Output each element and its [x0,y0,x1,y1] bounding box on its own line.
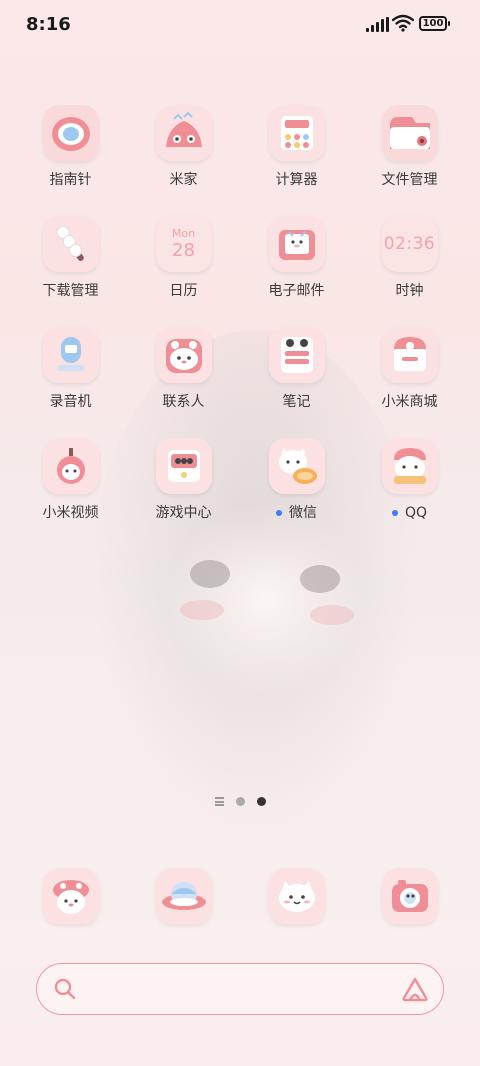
dock [14,868,466,924]
calendar-date: 28 [172,240,195,261]
app-label: 游戏中心 [155,505,212,521]
app-label: 联系人 [162,394,205,410]
app-download-manager[interactable]: 下载管理 [14,216,127,301]
battery-icon: 100 [419,16,450,31]
status-time: 8:16 [26,14,71,35]
app-label: 文件管理 [381,172,438,188]
search-bar[interactable] [36,963,444,1015]
app-calendar[interactable]: Mon 28 日历 [127,216,240,301]
app-mi-video[interactable]: 小米视频 [14,438,127,523]
calendar-icon: Mon 28 [155,216,212,272]
app-label: 小米商城 [381,394,438,410]
app-qq[interactable]: QQ [353,438,466,523]
new-notification-dot [276,510,282,516]
app-compass[interactable]: 指南针 [14,105,127,190]
search-icon[interactable] [53,977,77,1001]
app-label: QQ [404,505,428,521]
download-icon [42,216,99,272]
notes-icon [268,327,325,383]
dock-browser[interactable] [127,868,240,924]
app-mi-store[interactable]: 小米商城 [353,327,466,412]
clock-icon: 02:36 [381,216,438,272]
qq-icon [381,438,438,494]
page-dot-active[interactable] [256,797,266,806]
app-clock[interactable]: 02:36 时钟 [353,216,466,301]
calculator-icon [268,105,325,161]
wifi-icon [392,14,414,32]
app-label: 日历 [169,283,198,299]
mijia-icon [155,105,212,161]
app-calculator[interactable]: 计算器 [240,105,353,190]
app-notes[interactable]: 笔记 [240,327,353,412]
new-notification-dot [391,510,398,516]
file-manager-icon [381,105,438,161]
app-label: 指南针 [49,172,92,188]
phone-icon [42,868,99,924]
app-label: 时钟 [395,283,424,299]
app-game-center[interactable]: 游戏中心 [127,438,240,523]
ai-assistant-icon[interactable] [401,976,429,1002]
camera-icon [381,868,438,924]
cellular-signal-icon [366,17,389,32]
clock-time: 02:36 [383,234,436,254]
browser-icon [155,868,212,924]
page-dot[interactable] [235,797,245,806]
messages-icon [268,868,325,924]
app-label: 笔记 [282,394,311,410]
page-indicator[interactable] [0,797,480,806]
app-file-manager[interactable]: 文件管理 [353,105,466,190]
contacts-icon [155,327,212,383]
compass-icon [42,105,99,161]
game-center-icon [155,438,212,494]
app-grid: 指南针 米家 计算器 文件管理 下载管理 Mon 28 日历 电子邮件 02:3… [14,105,466,523]
app-contacts[interactable]: 联系人 [127,327,240,412]
search-input[interactable] [89,974,383,1006]
app-label: 录音机 [49,394,92,410]
email-icon [268,216,325,272]
app-label: 计算器 [275,172,318,188]
app-wechat[interactable]: 微信 [240,438,353,523]
app-recorder[interactable]: 录音机 [14,327,127,412]
app-drawer-lines-icon[interactable] [214,797,224,806]
mi-store-icon [381,327,438,383]
wechat-icon [268,438,325,494]
dock-phone[interactable] [14,868,127,924]
app-mijia[interactable]: 米家 [127,105,240,190]
dock-messages[interactable] [240,868,353,924]
status-bar: 8:16 100 [0,0,480,50]
app-label: 电子邮件 [268,283,325,299]
dock-camera[interactable] [353,868,466,924]
mi-video-icon [42,438,99,494]
calendar-day: Mon [171,227,196,240]
app-label: 下载管理 [42,283,99,299]
app-label: 米家 [169,172,198,188]
app-label: 微信 [289,505,317,521]
app-label: 小米视频 [42,505,99,521]
app-email[interactable]: 电子邮件 [240,216,353,301]
recorder-icon [42,327,99,383]
